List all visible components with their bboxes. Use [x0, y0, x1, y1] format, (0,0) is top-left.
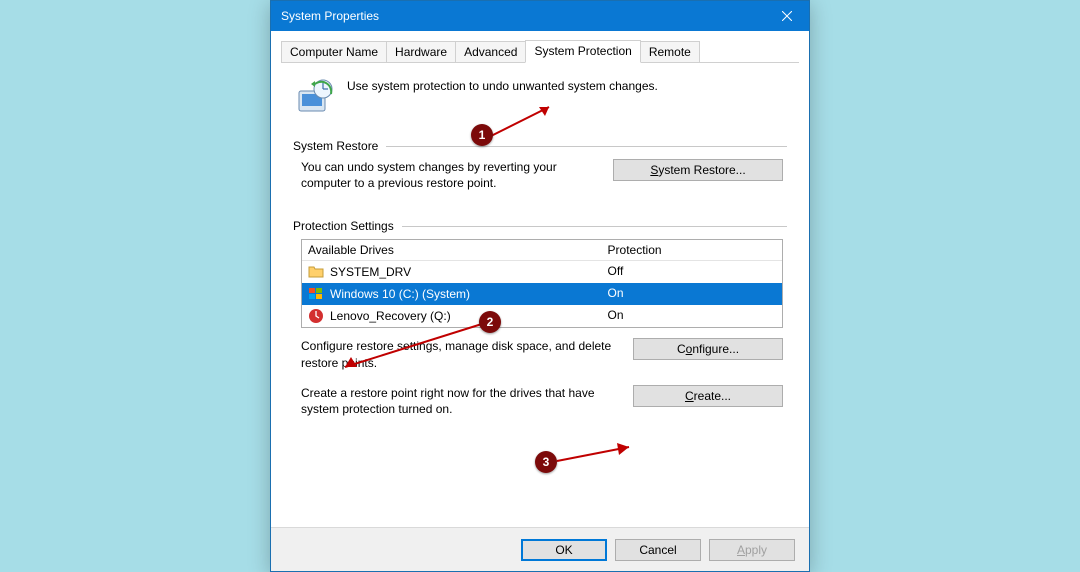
tab-remote[interactable]: Remote: [640, 41, 700, 62]
drive-protection: On: [608, 308, 776, 324]
tab-system-protection[interactable]: System Protection: [525, 40, 640, 63]
system-restore-description: You can undo system changes by reverting…: [301, 159, 601, 191]
divider: [386, 146, 787, 147]
windows-drive-icon: [308, 286, 324, 302]
drives-list[interactable]: Available Drives Protection SYSTEM_DRV O…: [301, 239, 783, 328]
intro-text: Use system protection to undo unwanted s…: [347, 77, 658, 117]
close-icon: [782, 11, 792, 21]
ok-button[interactable]: OK: [521, 539, 607, 561]
drive-row[interactable]: Windows 10 (C:) (System) On: [302, 283, 782, 305]
drive-protection: Off: [608, 264, 776, 280]
create-button[interactable]: Create...: [633, 385, 783, 407]
protection-settings-label: Protection Settings: [293, 219, 394, 233]
close-button[interactable]: [765, 1, 809, 31]
column-header-protection: Protection: [608, 243, 776, 257]
tab-bar: Computer Name Hardware Advanced System P…: [281, 39, 799, 63]
configure-description: Configure restore settings, manage disk …: [301, 338, 621, 370]
system-restore-group: System Restore: [293, 139, 787, 153]
configure-button[interactable]: Configure...: [633, 338, 783, 360]
drive-name: SYSTEM_DRV: [330, 265, 411, 279]
annotation-arrow-3: [551, 439, 641, 469]
drive-row[interactable]: Lenovo_Recovery (Q:) On: [302, 305, 782, 327]
apply-button[interactable]: Apply: [709, 539, 795, 561]
drive-row[interactable]: SYSTEM_DRV Off: [302, 261, 782, 283]
tab-advanced[interactable]: Advanced: [455, 41, 526, 62]
system-restore-button[interactable]: System Restore...: [613, 159, 783, 181]
create-description: Create a restore point right now for the…: [301, 385, 621, 417]
window-title: System Properties: [281, 9, 765, 23]
dialog-footer: OK Cancel Apply: [271, 527, 809, 571]
column-header-drives: Available Drives: [308, 243, 608, 257]
drive-name: Windows 10 (C:) (System): [330, 287, 470, 301]
intro-section: Use system protection to undo unwanted s…: [281, 63, 799, 135]
protection-settings-group: Protection Settings: [293, 219, 787, 233]
titlebar[interactable]: System Properties: [271, 1, 809, 31]
cancel-button[interactable]: Cancel: [615, 539, 701, 561]
system-restore-label: System Restore: [293, 139, 378, 153]
tab-hardware[interactable]: Hardware: [386, 41, 456, 62]
folder-icon: [308, 264, 324, 280]
recovery-drive-icon: [308, 308, 324, 324]
tab-computer-name[interactable]: Computer Name: [281, 41, 387, 62]
divider: [402, 226, 787, 227]
drive-protection: On: [608, 286, 776, 302]
drive-name: Lenovo_Recovery (Q:): [330, 309, 451, 323]
system-properties-window: System Properties Computer Name Hardware…: [270, 0, 810, 572]
dialog-body: Computer Name Hardware Advanced System P…: [271, 31, 809, 527]
system-protection-icon: [295, 77, 335, 117]
annotation-step-3: 3: [535, 451, 557, 473]
